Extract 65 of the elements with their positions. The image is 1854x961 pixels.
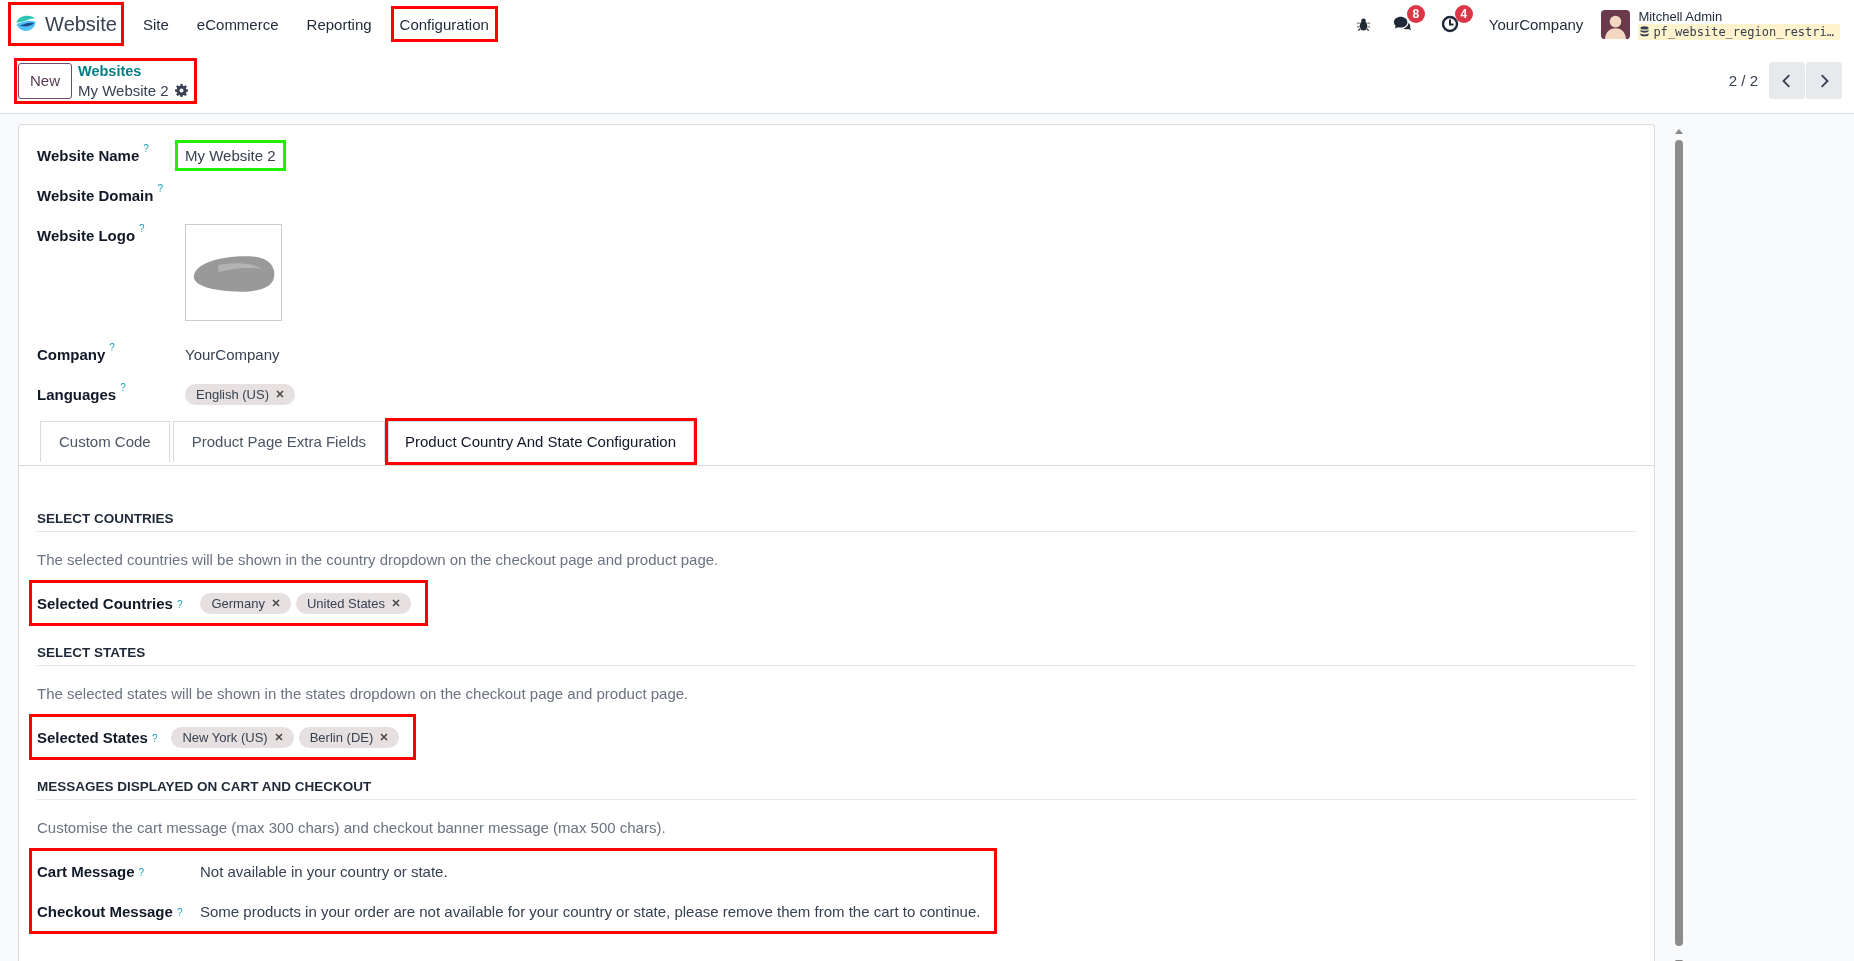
messages-button[interactable]: 8	[1392, 5, 1425, 33]
section-description: The selected countries will be shown in the country dropdown on the checkout page and product page.	[37, 551, 720, 568]
field-label: Languages	[37, 385, 117, 403]
menu-item[interactable]: Site	[143, 15, 169, 33]
close-icon[interactable]	[273, 732, 284, 742]
user-name[interactable]: Mitchell Admin	[1638, 8, 1840, 24]
settings-icon[interactable]	[174, 83, 188, 97]
field-label: Website Name	[37, 146, 140, 164]
breadcrumb-link[interactable]: Websites	[78, 61, 188, 81]
tag-label: New York (US)	[182, 729, 268, 745]
help-tooltip[interactable]: ?	[176, 598, 183, 610]
tab[interactable]: Product Page Extra Fields	[172, 421, 385, 462]
close-icon[interactable]	[274, 389, 285, 399]
section-heading: SELECT STATES	[37, 645, 1636, 666]
help-tooltip[interactable]: ?	[109, 342, 115, 353]
menu-item[interactable]: eCommerce	[196, 15, 279, 33]
tab[interactable]: Product Country And State Configuration	[388, 421, 694, 462]
company-switcher[interactable]: YourCompany	[1488, 15, 1584, 33]
field-value: YourCompany	[185, 345, 280, 363]
database-text: pf_website_region_restri…	[1653, 24, 1834, 39]
field-value: Some products in your order are not available for your country or state, please remove them from the cart to continue.	[200, 902, 981, 920]
close-icon[interactable]	[379, 732, 390, 742]
field-label: Company	[37, 345, 106, 363]
help-tooltip[interactable]: ?	[120, 382, 126, 393]
section-heading: SELECT COUNTRIES	[37, 511, 1636, 532]
close-icon[interactable]	[270, 598, 281, 608]
notification-count: 4	[1454, 5, 1473, 23]
field-label: Checkout Message	[37, 902, 173, 920]
clock-icon	[1440, 15, 1459, 33]
menu-item[interactable]: Configuration	[399, 15, 489, 33]
section-description: The selected states will be shown in the states dropdown on the checkout page and product page.	[37, 685, 690, 702]
new-button[interactable]: New	[18, 62, 72, 99]
pager-value: 2 / 2	[1728, 72, 1758, 89]
section-description: Customise the cart message (max 300 chars) and checkout banner message (max 500 chars).	[37, 819, 667, 836]
activities-button[interactable]: 4	[1440, 5, 1473, 33]
field-label: Website Logo	[37, 226, 136, 244]
field-label: Cart Message	[37, 862, 135, 880]
scrollbar[interactable]	[1673, 128, 1685, 961]
menu-item[interactable]: Reporting	[306, 15, 372, 33]
logo-frame[interactable]	[185, 224, 282, 321]
database-icon	[1640, 26, 1650, 37]
help-tooltip[interactable]: ?	[176, 906, 183, 918]
record-title: My Website 2	[78, 80, 169, 100]
field-label: Selected States	[37, 728, 148, 746]
bug-icon[interactable]	[1355, 16, 1371, 32]
chat-icon	[1392, 15, 1411, 33]
tag-label: English (US)	[196, 386, 269, 402]
user-avatar[interactable]	[1601, 9, 1631, 39]
app-name[interactable]: Website	[45, 12, 117, 36]
tag-label: Germany	[211, 595, 265, 611]
notification-count: 8	[1406, 5, 1425, 23]
field-value: My Website 2	[185, 146, 276, 164]
help-tooltip[interactable]: ?	[151, 732, 158, 744]
help-tooltip[interactable]: ?	[138, 866, 145, 878]
help-tooltip[interactable]: ?	[139, 223, 145, 234]
tab[interactable]: Custom Code	[40, 421, 170, 462]
tag-label: United States	[306, 595, 385, 611]
close-icon[interactable]	[390, 598, 401, 608]
help-tooltip[interactable]: ?	[143, 143, 149, 154]
field-value: Not available in your country or state.	[200, 862, 448, 880]
tag-label: Berlin (DE)	[309, 729, 374, 745]
field-label: Website Domain	[37, 186, 154, 204]
field-label: Selected Countries	[37, 594, 173, 612]
section-heading: MESSAGES DISPLAYED ON CART AND CHECKOUT	[37, 779, 1636, 800]
help-tooltip[interactable]: ?	[157, 183, 163, 194]
